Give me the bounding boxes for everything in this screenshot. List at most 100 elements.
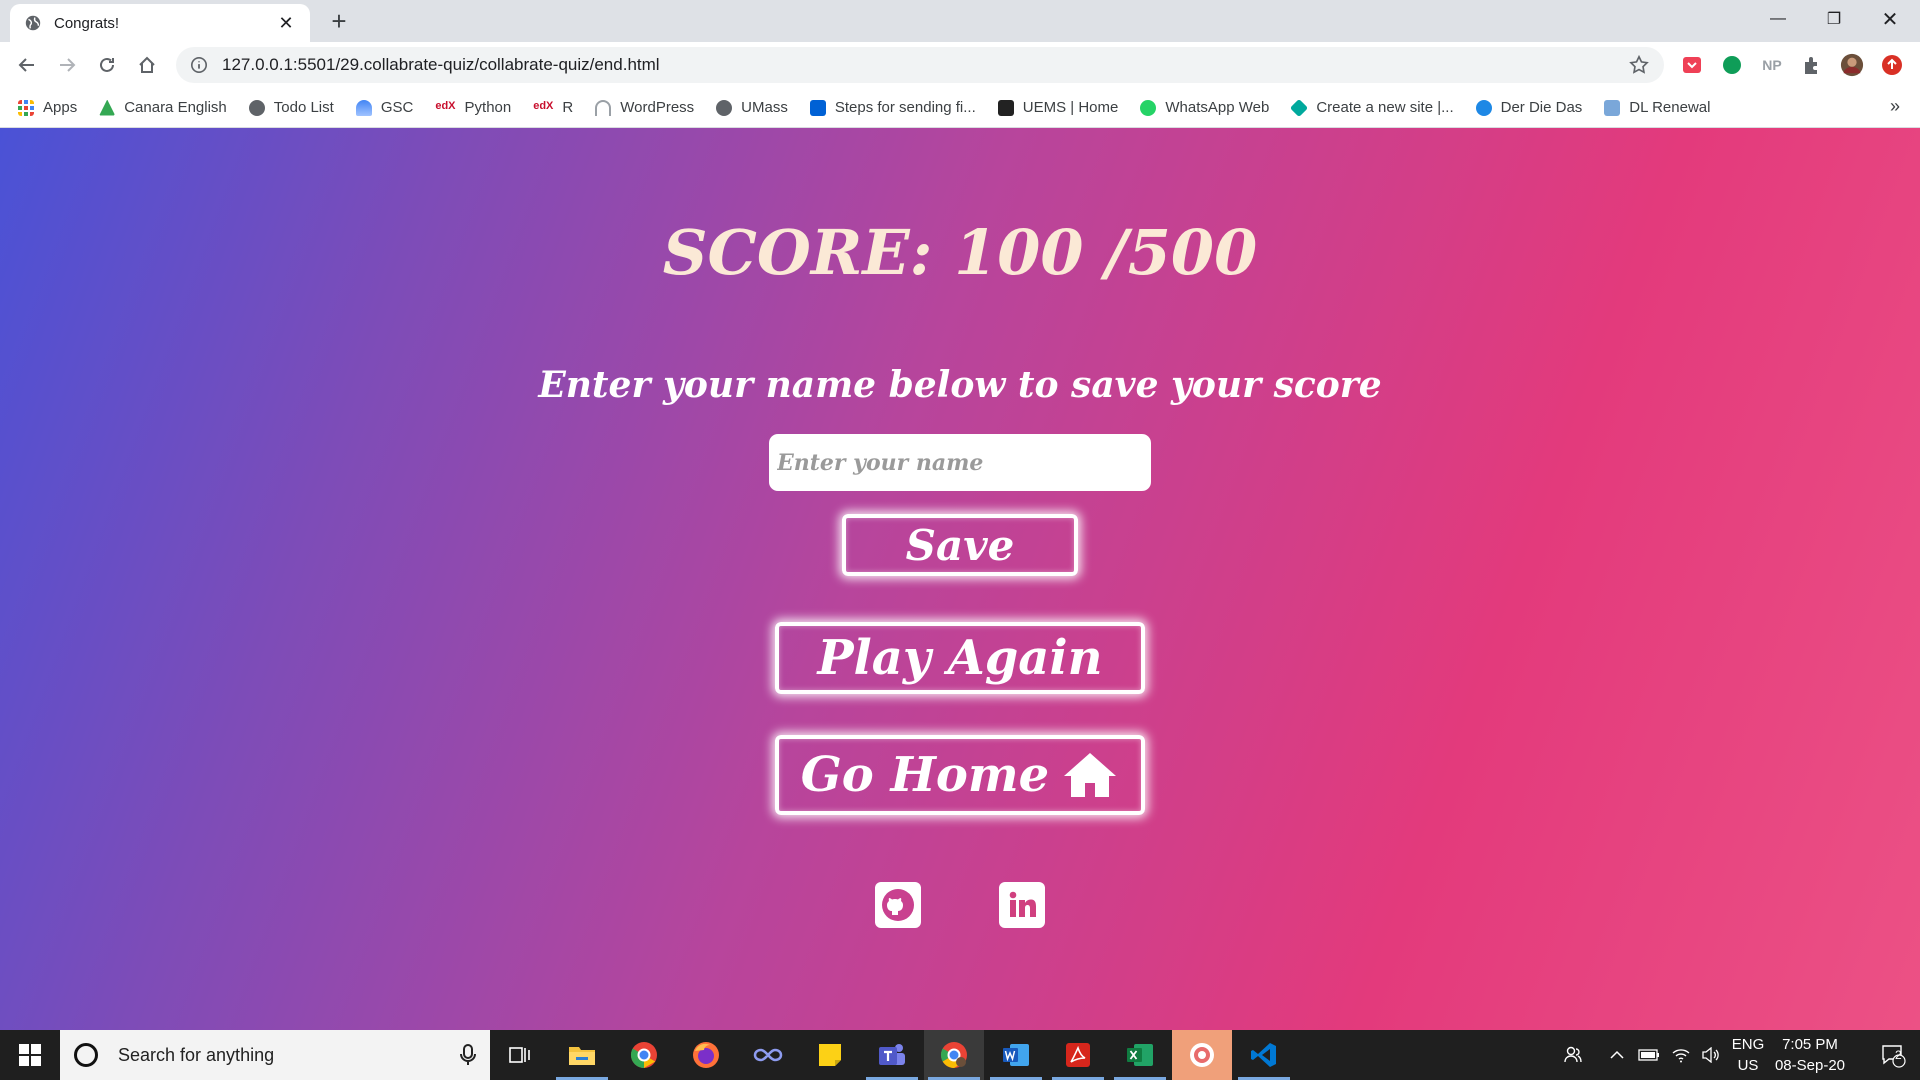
notification-icon — [1882, 1045, 1906, 1068]
bookmark-create-new-site[interactable]: Create a new site |... — [1290, 98, 1454, 117]
bookmark-uems-home[interactable]: UEMS | Home — [997, 99, 1119, 116]
battery-icon[interactable] — [1634, 1030, 1664, 1080]
word-icon[interactable] — [986, 1030, 1046, 1080]
gsc-icon — [355, 99, 372, 116]
taskbar-search-placeholder: Search for anything — [118, 1044, 275, 1065]
bookmark-python[interactable]: edX Python — [435, 99, 511, 116]
chrome-icon[interactable] — [614, 1030, 674, 1080]
wifi-icon — [595, 99, 612, 116]
microphone-icon[interactable] — [460, 1044, 476, 1066]
play-again-label: Play Again — [817, 630, 1103, 686]
region-code: US — [1737, 1057, 1759, 1074]
canara-icon — [99, 99, 116, 116]
bookmark-label: Steps for sending fi... — [834, 99, 976, 116]
linkedin-link[interactable] — [999, 882, 1045, 928]
pocket-extension-icon[interactable] — [1680, 53, 1704, 77]
forward-button[interactable] — [52, 50, 82, 80]
bookmark-r[interactable]: edX R — [533, 99, 573, 116]
update-alert-icon[interactable] — [1880, 53, 1904, 77]
start-button[interactable] — [0, 1030, 60, 1080]
sticky-notes-icon[interactable] — [800, 1030, 860, 1080]
globe-icon — [716, 99, 733, 116]
new-tab-button[interactable]: + — [324, 6, 354, 37]
pomodoro-icon[interactable] — [1172, 1030, 1232, 1080]
address-bar[interactable]: 127.0.0.1:5501/29.collabrate-quiz/collab… — [176, 47, 1664, 83]
save-score-prompt: Enter your name below to save your score — [538, 364, 1382, 406]
bookmark-dl-renewal[interactable]: DL Renewal — [1604, 99, 1710, 116]
diamond-icon — [1290, 98, 1309, 117]
bookmark-label: Der Die Das — [1500, 99, 1583, 116]
bookmarks-overflow-button[interactable]: » — [1890, 96, 1900, 117]
windows-taskbar: Search for anything ENG US 7:05 PM 08-Se… — [0, 1030, 1920, 1080]
bookmark-label: UEMS | Home — [1022, 99, 1119, 116]
acrobat-icon[interactable] — [1048, 1030, 1108, 1080]
github-link[interactable] — [875, 882, 921, 928]
people-icon[interactable] — [1558, 1030, 1588, 1080]
close-window-button[interactable]: ✕ — [1862, 0, 1918, 38]
maximize-button[interactable]: ❐ — [1806, 0, 1862, 38]
globe-icon — [25, 15, 41, 31]
bookmark-label: R — [562, 99, 574, 116]
taskbar-search[interactable]: Search for anything — [60, 1030, 490, 1080]
vscode-icon[interactable] — [1234, 1030, 1294, 1080]
browser-tab[interactable]: Congrats! ✕ — [10, 4, 310, 42]
chevron-up-icon[interactable] — [1604, 1030, 1630, 1080]
bookmark-whatsapp-web[interactable]: WhatsApp Web — [1140, 99, 1269, 116]
green-dot-extension-icon[interactable] — [1720, 53, 1744, 77]
teams-icon[interactable] — [862, 1030, 922, 1080]
save-button[interactable]: Save — [842, 514, 1078, 576]
windows-logo-icon — [19, 1044, 41, 1066]
bookmark-gsc[interactable]: GSC — [355, 99, 414, 116]
bookmark-label: WordPress — [620, 99, 695, 116]
volume-icon[interactable] — [1696, 1030, 1726, 1080]
cortana-icon — [74, 1043, 98, 1067]
infinity-icon[interactable] — [738, 1030, 798, 1080]
bookmark-steps-for-sending[interactable]: Steps for sending fi... — [809, 99, 976, 116]
url-text[interactable]: 127.0.0.1:5501/29.collabrate-quiz/collab… — [222, 55, 1628, 75]
bookmark-label: Canara English — [124, 99, 227, 116]
apps-grid-icon — [18, 99, 34, 116]
bookmark-label: Todo List — [273, 99, 334, 116]
bookmark-umass[interactable]: UMass — [716, 99, 788, 116]
file-explorer-icon[interactable] — [552, 1030, 612, 1080]
play-again-button[interactable]: Play Again — [775, 622, 1145, 694]
bookmark-star-icon[interactable] — [1628, 54, 1650, 76]
notification-count: 2 — [1895, 1048, 1902, 1062]
system-clock[interactable]: 7:05 PM 08-Sep-20 — [1772, 1034, 1848, 1076]
extensions-puzzle-icon[interactable] — [1800, 53, 1824, 77]
wifi-icon[interactable] — [1666, 1030, 1696, 1080]
notification-center-button[interactable]: 2 — [1866, 1030, 1920, 1080]
lang-code: ENG — [1731, 1036, 1765, 1053]
tab-close-icon[interactable]: ✕ — [276, 13, 296, 34]
clock-date: 08-Sep-20 — [1774, 1057, 1846, 1074]
bookmark-label: GSC — [380, 99, 414, 116]
excel-icon[interactable] — [1110, 1030, 1170, 1080]
save-button-label: Save — [905, 520, 1015, 570]
name-input[interactable] — [769, 434, 1151, 491]
derdiedas-icon — [1475, 99, 1492, 116]
task-view-icon[interactable] — [490, 1030, 550, 1080]
profile-avatar[interactable] — [1840, 53, 1864, 77]
bookmark-der-die-das[interactable]: Der Die Das — [1475, 99, 1583, 116]
language-indicator[interactable]: ENG US — [1728, 1034, 1768, 1076]
edx-icon: edX — [533, 99, 554, 112]
github-icon — [882, 889, 914, 921]
back-button[interactable] — [12, 50, 42, 80]
bookmarks-bar: Apps Canara English Todo List GSC edX Py… — [0, 88, 1920, 128]
firefox-icon[interactable] — [676, 1030, 736, 1080]
go-home-button[interactable]: Go Home — [775, 735, 1145, 815]
house-icon — [1064, 753, 1117, 797]
home-button[interactable] — [132, 50, 162, 80]
minimize-button[interactable]: — — [1750, 0, 1806, 38]
forward-arrow-icon — [60, 58, 76, 72]
bookmark-label: Python — [464, 99, 512, 116]
bookmark-canara-english[interactable]: Canara English — [99, 99, 227, 116]
chrome-active-icon[interactable] — [924, 1030, 984, 1080]
go-home-label: Go Home — [800, 747, 1050, 803]
bookmark-apps[interactable]: Apps — [18, 99, 77, 116]
bookmark-wordpress[interactable]: WordPress — [595, 99, 694, 116]
np-extension-icon[interactable]: NP — [1760, 53, 1784, 77]
bookmark-todo-list[interactable]: Todo List — [248, 99, 334, 116]
reload-button[interactable] — [92, 50, 122, 80]
bookmark-label: WhatsApp Web — [1165, 99, 1270, 116]
